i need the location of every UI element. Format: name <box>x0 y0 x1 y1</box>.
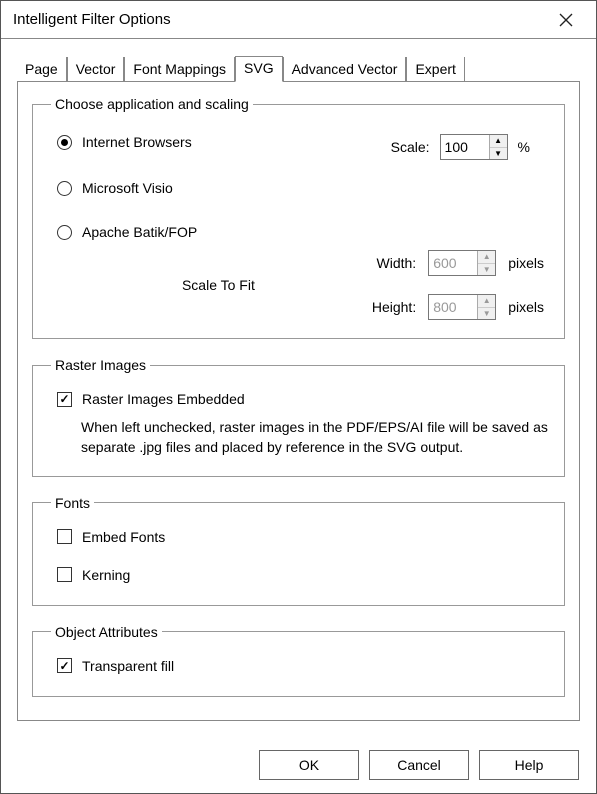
check-transparent-fill[interactable] <box>57 658 72 673</box>
tab-strip: Page Vector Font Mappings SVG Advanced V… <box>17 55 580 81</box>
width-unit: pixels <box>508 255 544 271</box>
radio-internet-browsers[interactable] <box>57 135 72 150</box>
height-spin-down[interactable]: ▼ <box>478 308 495 320</box>
height-unit: pixels <box>508 299 544 315</box>
height-spin-up[interactable]: ▲ <box>478 295 495 308</box>
check-raster-embedded[interactable] <box>57 392 72 407</box>
ok-button[interactable]: OK <box>259 750 359 780</box>
group-fonts-legend: Fonts <box>51 495 94 511</box>
check-transparent-fill-label: Transparent fill <box>82 658 174 674</box>
check-embed-fonts[interactable] <box>57 529 72 544</box>
raster-description: When left unchecked, raster images in th… <box>47 411 550 458</box>
check-raster-embedded-label: Raster Images Embedded <box>82 391 245 407</box>
scale-label: Scale: <box>391 139 430 155</box>
close-button[interactable] <box>546 5 586 35</box>
tab-page[interactable]: Page <box>17 57 67 81</box>
cancel-button[interactable]: Cancel <box>369 750 469 780</box>
radio-microsoft-visio-label: Microsoft Visio <box>82 180 173 196</box>
width-spin-down[interactable]: ▼ <box>478 264 495 276</box>
scale-unit: % <box>518 139 530 155</box>
group-fonts: Fonts Embed Fonts Kerning <box>32 495 565 606</box>
check-kerning-label: Kerning <box>82 567 130 583</box>
group-raster: Raster Images Raster Images Embedded Whe… <box>32 357 565 477</box>
group-raster-legend: Raster Images <box>51 357 150 373</box>
tab-vector[interactable]: Vector <box>67 57 125 81</box>
height-label: Height: <box>372 299 416 315</box>
scale-spin-down[interactable]: ▼ <box>490 148 507 160</box>
scale-input[interactable] <box>441 135 489 159</box>
scale-input-wrap: ▲ ▼ <box>440 134 508 160</box>
width-label: Width: <box>372 255 416 271</box>
width-input-wrap: ▲ ▼ <box>428 250 496 276</box>
radio-microsoft-visio[interactable] <box>57 181 72 196</box>
tab-panel-svg: Choose application and scaling Internet … <box>17 81 580 721</box>
radio-internet-browsers-label: Internet Browsers <box>82 134 192 150</box>
group-scaling: Choose application and scaling Internet … <box>32 96 565 339</box>
group-scaling-legend: Choose application and scaling <box>51 96 253 112</box>
check-embed-fonts-label: Embed Fonts <box>82 529 165 545</box>
group-object-attributes: Object Attributes Transparent fill <box>32 624 565 697</box>
tab-font-mappings[interactable]: Font Mappings <box>124 57 235 81</box>
group-object-attributes-legend: Object Attributes <box>51 624 162 640</box>
window-title: Intelligent Filter Options <box>13 11 546 28</box>
tab-svg[interactable]: SVG <box>235 56 283 82</box>
close-icon <box>559 13 573 27</box>
height-input-wrap: ▲ ▼ <box>428 294 496 320</box>
tab-advanced-vector[interactable]: Advanced Vector <box>283 57 407 81</box>
tab-expert[interactable]: Expert <box>406 57 464 81</box>
width-spin-up[interactable]: ▲ <box>478 251 495 264</box>
scale-spin-up[interactable]: ▲ <box>490 135 507 148</box>
height-input[interactable] <box>429 295 477 319</box>
help-button[interactable]: Help <box>479 750 579 780</box>
width-input[interactable] <box>429 251 477 275</box>
radio-apache-batik[interactable] <box>57 225 72 240</box>
scale-to-fit-label: Scale To Fit <box>47 277 360 293</box>
check-kerning[interactable] <box>57 567 72 582</box>
radio-apache-batik-label: Apache Batik/FOP <box>82 224 197 240</box>
